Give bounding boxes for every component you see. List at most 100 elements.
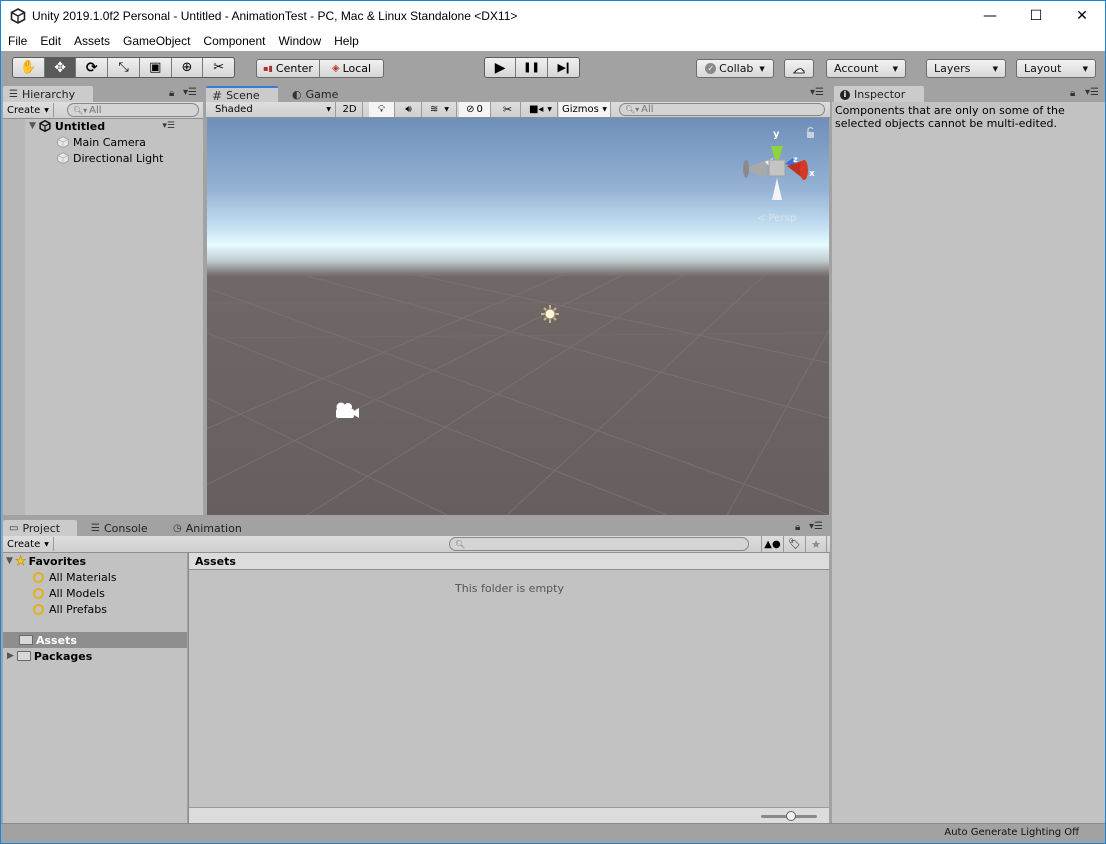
hidden-objects-toggle[interactable]: ⊘ 0 (459, 102, 491, 117)
slider-thumb[interactable] (786, 811, 796, 821)
panel-menu-icon[interactable]: ▾☰ (1085, 87, 1099, 98)
lock-icon[interactable]: 🔒︎ (795, 522, 800, 533)
project-folder-tree: ▼ ★ Favorites All Materials All Models A… (3, 553, 187, 823)
chevron-down-icon: ▼ (759, 64, 765, 73)
account-dropdown[interactable]: Account ▼ (826, 59, 906, 78)
expand-arrow-icon: ▼ (29, 121, 36, 131)
hierarchy-item[interactable]: Main Camera (57, 134, 146, 150)
layers-dropdown[interactable]: Layers ▼ (926, 59, 1006, 78)
menu-window[interactable]: Window (278, 34, 321, 48)
menu-assets[interactable]: Assets (74, 34, 110, 48)
title-bar: Unity 2019.1.0f2 Personal - Untitled - A… (1, 1, 1105, 31)
lock-icon[interactable]: 🔒︎ (1070, 88, 1075, 99)
tab-project[interactable]: ▭ Project (3, 520, 77, 537)
tab-hierarchy[interactable]: ☰ Hierarchy (3, 86, 93, 103)
breadcrumb-assets[interactable]: Assets (195, 555, 236, 568)
close-button[interactable]: ✕ (1059, 1, 1105, 31)
maximize-button[interactable]: ☐ (1013, 1, 1059, 31)
hierarchy-item[interactable]: Directional Light (57, 150, 163, 166)
speaker-icon: 🔊︎ (405, 104, 412, 115)
hierarchy-tab-label: Hierarchy (21, 88, 76, 101)
rotate-tool-button[interactable]: ⟳ (76, 58, 109, 77)
empty-folder-message: This folder is empty (455, 582, 564, 595)
favorite-item[interactable]: All Models (33, 585, 105, 601)
2d-toggle[interactable]: 2D (337, 102, 363, 117)
pause-button[interactable]: ❚❚ (516, 58, 548, 77)
search-icon: 🔍︎ (455, 539, 466, 549)
menu-gameobject[interactable]: GameObject (123, 34, 190, 48)
transform-tool-button[interactable]: ⊕ (172, 58, 204, 77)
move-tool-button[interactable]: ✥ (44, 58, 77, 77)
favorites-label: Favorites (28, 554, 87, 568)
tools-icon: ✂ (502, 103, 513, 116)
folder-row-packages[interactable]: ▶ Packages (7, 648, 92, 664)
panel-menu-icon[interactable]: ▾☰ (183, 87, 197, 98)
favorites-row[interactable]: ▼ ★ Favorites (6, 553, 86, 569)
lighting-toggle[interactable]: 💡︎ (369, 102, 395, 117)
audio-toggle[interactable]: 🔊︎ (396, 102, 422, 117)
chevron-down-icon: ▼ (326, 106, 331, 113)
scale-tool-button[interactable]: ⤡ (108, 58, 140, 77)
project-footer (189, 807, 829, 823)
tab-game[interactable]: ◐ Game (286, 86, 356, 103)
search-filter-icon (33, 571, 44, 583)
scene-tools-button[interactable]: ✂ (495, 102, 521, 117)
folder-row-assets[interactable]: Assets (3, 632, 187, 648)
favorite-item-label: All Prefabs (49, 602, 107, 616)
gizmos-label: Gizmos (562, 104, 599, 115)
layout-label: Layout (1024, 62, 1062, 75)
scene-search-input[interactable]: 🔍︎▾ All (619, 103, 825, 116)
camera-settings-dropdown[interactable]: ■◂ ▼ (524, 102, 558, 117)
clock-icon: ◷ (173, 523, 182, 534)
custom-tool-button[interactable]: ✂ (203, 58, 234, 77)
tab-inspector[interactable]: i Inspector (834, 86, 924, 103)
pivot-icon: ▪▮ (263, 64, 273, 73)
project-create-button[interactable]: Create ▼ (7, 537, 54, 551)
minimize-button[interactable]: — (967, 1, 1013, 31)
scene-root-row[interactable]: ▼ Untitled ▾☰ (29, 118, 201, 134)
favorite-item[interactable]: All Prefabs (33, 601, 107, 617)
effects-dropdown[interactable]: ≋ ▼ (423, 102, 457, 117)
layout-dropdown[interactable]: Layout ▼ (1016, 59, 1096, 78)
pivot-local-button[interactable]: ◈ Local (320, 60, 383, 77)
menu-help[interactable]: Help (334, 34, 359, 48)
shading-mode-dropdown[interactable]: Shaded ▼ (211, 102, 336, 117)
project-tabstrip: ▭ Project ☰ Console ◷ Animation 🔒︎ ▾☰ (3, 519, 830, 537)
hierarchy-search-input[interactable]: 🔍︎▾ All (67, 103, 199, 117)
scene-viewport[interactable]: y z x < Persp (207, 118, 829, 515)
play-button[interactable]: ▶ (485, 58, 517, 77)
inspector-panel: Components that are only on some of the … (832, 102, 1105, 823)
step-button[interactable]: ▶❙ (548, 58, 579, 77)
lock-icon[interactable]: 🔒︎ (169, 88, 174, 99)
panel-menu-icon[interactable]: ▾☰ (809, 521, 823, 532)
rect-tool-button[interactable]: ▣ (140, 58, 172, 77)
tab-scene[interactable]: # Scene (206, 86, 278, 103)
status-bar: Auto Generate Lighting Off (1, 823, 1105, 843)
directional-light-gizmo-icon[interactable] (540, 304, 560, 324)
hand-tool-button[interactable]: ✋ (13, 58, 45, 77)
panel-menu-icon[interactable]: ▾☰ (810, 87, 824, 98)
cloud-button[interactable]: ☁ (784, 59, 814, 78)
scene-toolbar: Shaded ▼ 2D 💡︎ 🔊︎ ≋ ▼ ⊘ 0 ✂ ■◂ ▼ Gizmos (206, 102, 830, 118)
tab-console[interactable]: ☰ Console (85, 520, 165, 537)
favorites-button[interactable]: ★ (805, 536, 827, 552)
tab-animation[interactable]: ◷ Animation (167, 520, 257, 537)
filter-by-type-button[interactable]: ▲● (761, 536, 783, 552)
menu-file[interactable]: File (8, 34, 27, 48)
scene-menu-icon[interactable]: ▾☰ (162, 121, 175, 131)
project-search-input[interactable]: 🔍︎ (449, 537, 749, 551)
camera-gizmo-icon[interactable] (333, 401, 361, 421)
menu-component[interactable]: Component (203, 34, 265, 48)
pivot-center-button[interactable]: ▪▮ Center (257, 60, 321, 77)
projection-toggle[interactable]: < Persp (757, 213, 796, 224)
filter-by-label-button[interactable]: 🏷︎ (783, 536, 805, 552)
search-filter-icon (33, 603, 44, 615)
collab-dropdown[interactable]: ✓ Collab ▼ (696, 59, 774, 78)
favorite-item[interactable]: All Materials (33, 569, 117, 585)
menu-edit[interactable]: Edit (40, 34, 61, 48)
hierarchy-create-button[interactable]: Create ▼ (7, 103, 54, 117)
pivot-center-label: Center (275, 62, 313, 75)
console-tab-label: Console (103, 522, 148, 535)
gizmos-dropdown[interactable]: Gizmos ▼ (559, 102, 611, 117)
star-icon: ★ (811, 537, 821, 551)
